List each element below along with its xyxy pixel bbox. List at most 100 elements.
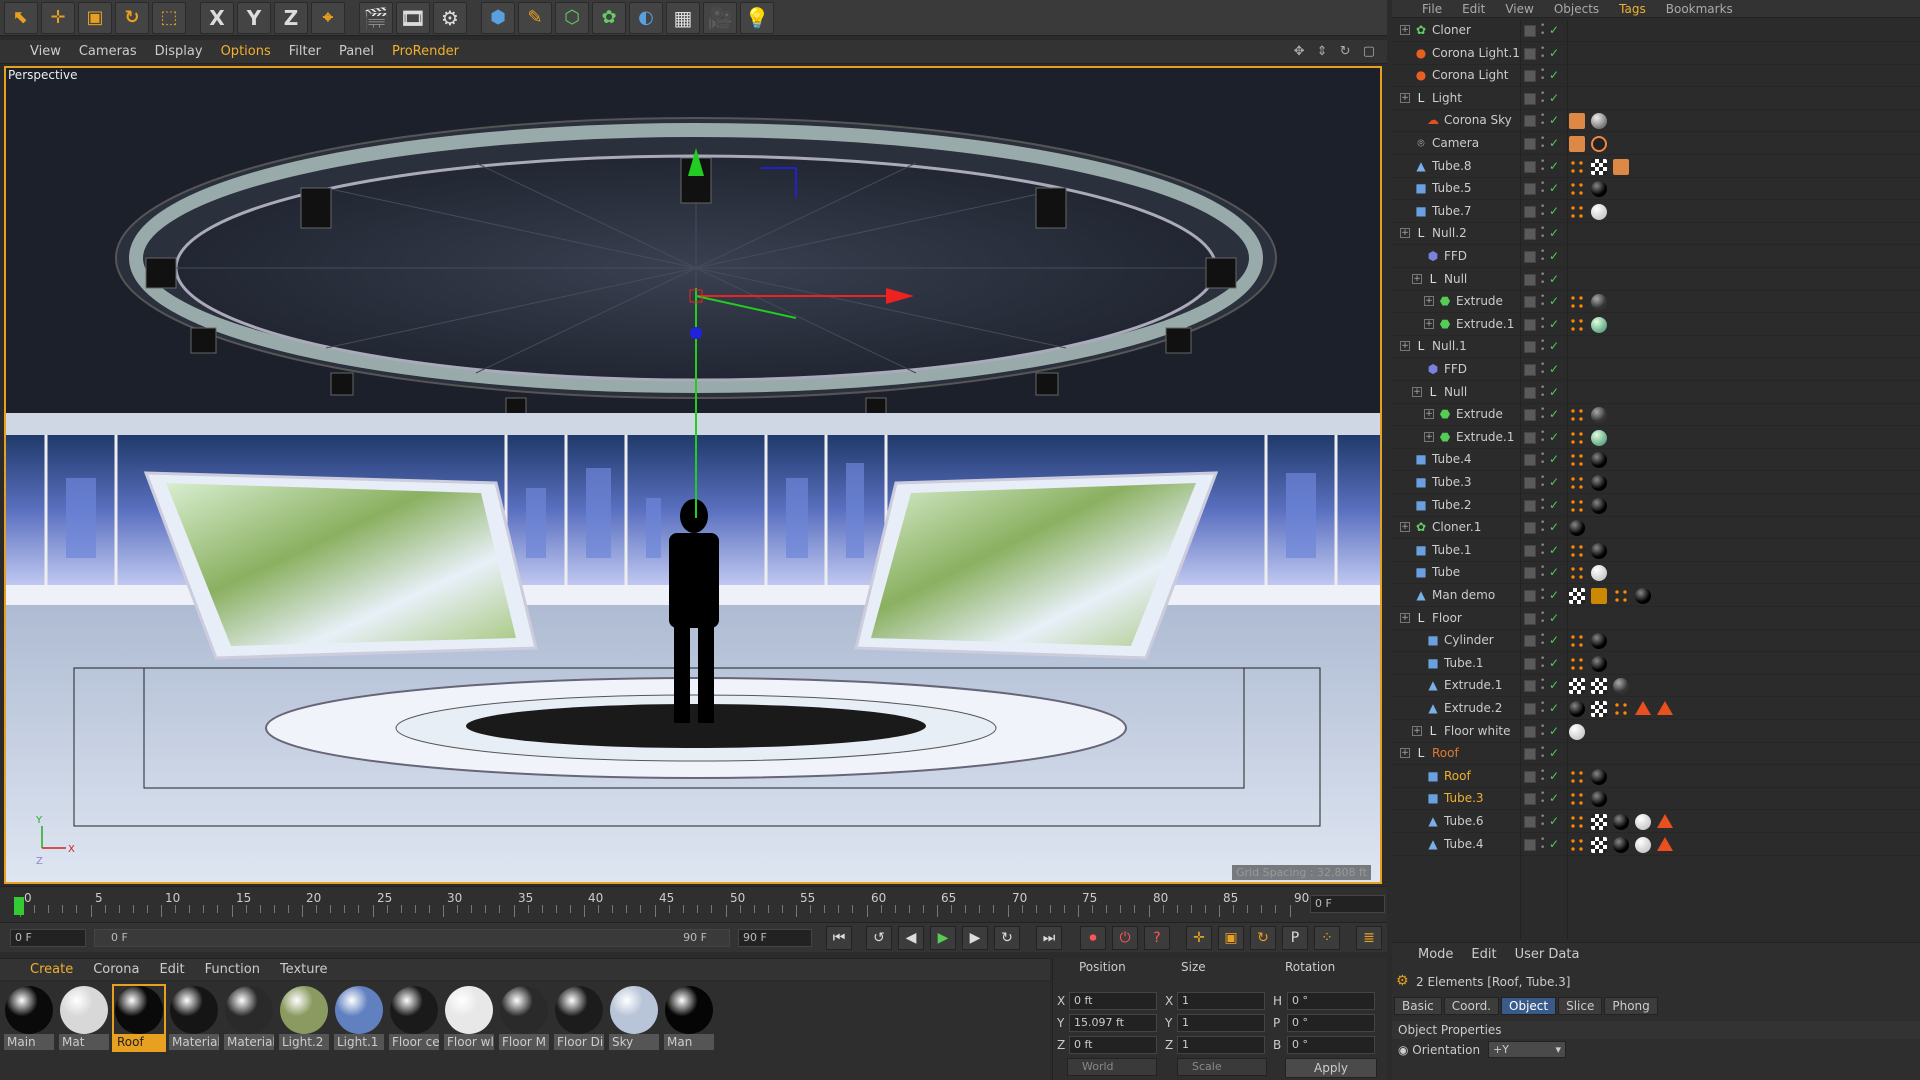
layer-icon[interactable] [1524,748,1536,761]
visibility-dots-icon[interactable]: • • [1540,496,1545,513]
visibility-dots-icon[interactable]: • • [1540,361,1545,378]
enabled-check-icon[interactable]: ✓ [1549,701,1559,715]
triangle-tag-icon[interactable] [1657,836,1673,851]
layer-icon[interactable] [1524,816,1536,828]
layer-icon[interactable] [1524,725,1536,738]
layer-icon[interactable] [1524,92,1536,105]
object-name[interactable]: Tube.4 [1432,452,1472,466]
enabled-check-icon[interactable]: ✓ [1549,113,1559,127]
prev-key-icon[interactable]: ↺ [866,926,892,950]
size-y-field[interactable]: 1 [1177,1014,1265,1032]
material-swatch[interactable]: Material [169,986,219,1050]
phong-tag-icon[interactable] [1569,814,1585,830]
sphere-dark-tag-icon[interactable] [1591,294,1607,311]
visibility-dots-icon[interactable]: • • [1540,654,1545,671]
enabled-check-icon[interactable]: ✓ [1549,317,1559,331]
object-row[interactable]: + ✿ Cloner • • ✓ [1392,20,1920,42]
sphere-white-tag-icon[interactable] [1635,814,1651,830]
visibility-dots-icon[interactable]: • • [1540,293,1545,310]
visibility-dots-icon[interactable]: • • [1540,112,1545,129]
timeline[interactable]: 0 5 10 15 20 25 30 35 40 45 50 55 60 65 70 75 80 85 90 [0,886,1387,922]
visibility-dots-icon[interactable]: • • [1540,225,1545,242]
visibility-dots-icon[interactable]: • • [1540,813,1545,830]
object-name[interactable]: Tube.2 [1432,498,1472,512]
keyframe-selection-icon[interactable]: ? [1144,926,1170,950]
cloner-icon[interactable]: ✿ [592,1,626,34]
object-name[interactable]: Extrude [1456,407,1503,421]
object-row[interactable]: + L Light • • ✓ [1392,88,1920,110]
material-menu-corona[interactable]: Corona [93,962,139,977]
apply-button[interactable]: Apply [1285,1058,1377,1078]
layer-icon[interactable] [1524,544,1536,557]
material-swatch[interactable]: Material [224,986,274,1050]
layer-icon[interactable] [1524,703,1536,715]
sphere-black-tag-icon[interactable] [1591,791,1607,808]
object-name[interactable]: Extrude.1 [1456,430,1514,444]
sphere-green-tag-icon[interactable] [1591,316,1607,333]
playhead[interactable] [14,897,24,915]
phong-tag-icon[interactable] [1569,768,1585,785]
object-row[interactable]: ■ Tube.4 • • ✓ [1392,449,1920,472]
visibility-dots-icon[interactable]: • • [1540,89,1545,106]
enabled-check-icon[interactable]: ✓ [1549,68,1559,82]
object-row[interactable]: ■ Tube.5 • • ✓ [1392,178,1920,201]
viewport-menu-options[interactable]: Options [221,44,271,59]
viewport-nav-icons[interactable]: ✥ ⇕ ↻ ▢ [1294,44,1379,59]
visibility-dots-icon[interactable]: • • [1540,632,1545,649]
viewport-menu-view[interactable]: View [30,44,61,59]
visibility-dots-icon[interactable]: • • [1540,248,1545,265]
sphere-black-tag-icon[interactable] [1591,452,1607,469]
visibility-dots-icon[interactable]: • • [1540,406,1545,423]
material-swatch[interactable]: Floor M [499,986,549,1050]
enabled-check-icon[interactable]: ✓ [1549,181,1559,195]
object-row[interactable]: ■ Cylinder • • ✓ [1392,630,1920,653]
object-row[interactable]: ▲ Tube.4 • • ✓ [1392,834,1920,856]
visibility-dots-icon[interactable]: • • [1540,270,1545,287]
expand-toggle-icon[interactable]: + [1424,318,1434,329]
layer-icon[interactable] [1524,590,1536,602]
sphere-dark-tag-icon[interactable] [1613,678,1629,695]
material-menu-function[interactable]: Function [205,962,260,977]
enabled-check-icon[interactable]: ✓ [1549,430,1559,444]
enabled-check-icon[interactable]: ✓ [1549,678,1559,692]
object-name[interactable]: Roof [1444,769,1471,783]
phong-tag-icon[interactable] [1569,158,1585,175]
visibility-dots-icon[interactable]: • • [1540,338,1545,355]
material-swatch[interactable]: Main [4,986,54,1050]
enabled-check-icon[interactable]: ✓ [1549,656,1559,670]
perspective-viewport[interactable]: Y X Z [4,66,1382,884]
nope-tag-icon[interactable] [1591,136,1607,152]
checker-tag-icon[interactable] [1591,836,1607,853]
render-settings-icon[interactable]: ⚙ [433,1,467,34]
object-row[interactable]: + ✿ Cloner.1 • • ✓ [1392,517,1920,540]
object-name[interactable]: Extrude.2 [1444,701,1502,715]
expand-toggle-icon[interactable]: + [1400,341,1410,352]
layer-icon[interactable] [1524,160,1536,173]
object-name[interactable]: Camera [1432,136,1479,150]
rotate-icon[interactable]: ↻ [115,1,149,34]
layer-icon[interactable] [1524,522,1536,535]
layer-icon[interactable] [1524,205,1536,218]
enabled-check-icon[interactable]: ✓ [1549,769,1559,783]
layer-icon[interactable] [1524,680,1536,693]
object-name[interactable]: Cylinder [1444,633,1494,647]
object-row[interactable]: ▲ Tube.8 • • ✓ [1392,156,1920,178]
objmenu-file[interactable]: File [1422,2,1442,16]
subdivision-icon[interactable]: ⬡ [555,1,589,34]
enabled-check-icon[interactable]: ✓ [1549,23,1559,37]
layer-icon[interactable] [1524,273,1536,286]
sphere-black-tag-icon[interactable] [1591,475,1607,491]
position-z-field[interactable]: 0 ft [1069,1036,1157,1054]
timeline-menu-icon[interactable]: ≣ [1356,926,1382,950]
object-name[interactable]: Tube.3 [1432,475,1472,489]
visibility-dots-icon[interactable]: • • [1540,428,1545,445]
enabled-check-icon[interactable]: ✓ [1549,746,1559,760]
key-param-icon[interactable]: P [1282,926,1308,950]
object-name[interactable]: Corona Light [1432,68,1508,82]
visibility-dots-icon[interactable]: • • [1540,519,1545,536]
object-name[interactable]: FFD [1444,249,1467,263]
material-swatch[interactable]: Floor Di [554,986,604,1050]
tex-tag-icon[interactable] [1569,136,1585,152]
object-row[interactable]: ▲ Man demo • • ✓ [1392,585,1920,607]
material-swatch[interactable]: Floor wl [444,986,494,1050]
